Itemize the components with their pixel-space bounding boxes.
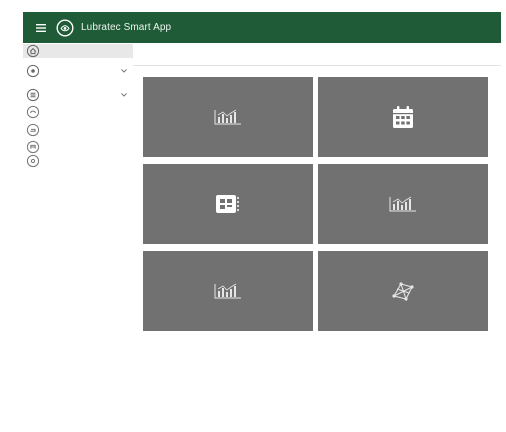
chevron-down-icon (121, 69, 127, 73)
gauge-circle-icon (26, 105, 40, 119)
app-window: Lubratec Smart App (23, 12, 501, 432)
info-circle-icon (26, 154, 40, 168)
chevron-down-icon (121, 93, 127, 97)
sidebar (23, 43, 133, 432)
dashboard-tile-controller[interactable] (143, 164, 313, 244)
home-icon (26, 44, 40, 58)
hamburger-menu-icon (36, 23, 46, 32)
content-toolbar (133, 43, 501, 66)
sidebar-item-pump[interactable] (23, 140, 133, 154)
sidebar-item-list[interactable] (23, 88, 133, 102)
dashboard-tile-network[interactable] (318, 251, 488, 331)
bar-chart-icon (214, 109, 241, 125)
content-area-empty (133, 337, 501, 432)
dashboard-tile-chart-3[interactable] (143, 251, 313, 331)
bar-chart-icon (214, 283, 241, 299)
sidebar-item-settings[interactable] (23, 64, 133, 78)
lubratec-logo-icon (55, 18, 75, 38)
network-map-icon (392, 282, 414, 301)
dashboard-tile-calendar[interactable] (318, 77, 488, 157)
bar-chart-icon (389, 196, 416, 212)
pump-circle-icon (26, 140, 40, 154)
sidebar-item-gauge[interactable] (23, 105, 133, 119)
sidebar-item-home[interactable] (23, 44, 133, 58)
sidebar-item-oil[interactable] (23, 123, 133, 137)
oil-circle-icon (26, 123, 40, 137)
hamburger-menu-button[interactable] (29, 16, 53, 40)
dashboard-tile-chart-1[interactable] (143, 77, 313, 157)
list-circle-icon (26, 88, 40, 102)
app-header: Lubratec Smart App (23, 12, 501, 43)
app-title: Lubratec Smart App (81, 22, 172, 33)
dashboard-tile-chart-2[interactable] (318, 164, 488, 244)
sidebar-item-info[interactable] (23, 154, 133, 168)
dashboard-grid (143, 77, 488, 331)
settings-circle-icon (26, 64, 40, 78)
controller-device-icon (216, 195, 239, 213)
calendar-icon (393, 106, 413, 128)
